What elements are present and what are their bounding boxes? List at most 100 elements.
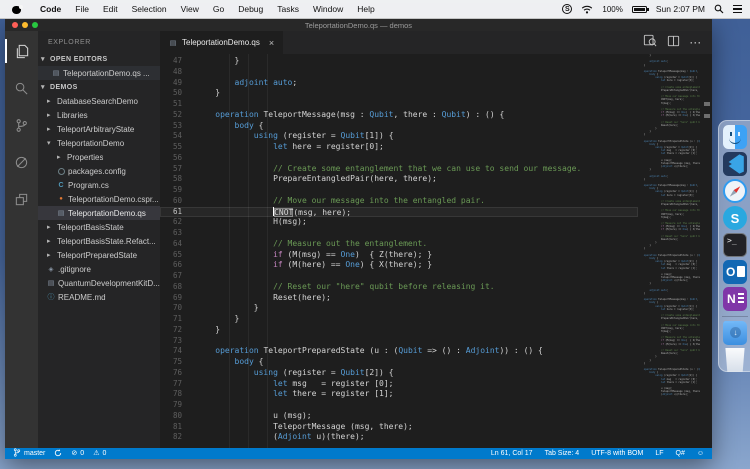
status-cursor-position[interactable]: Ln 61, Col 17 (491, 450, 533, 457)
folder-section-header[interactable]: ▾ DEMOS (38, 80, 160, 94)
search-icon[interactable] (5, 76, 38, 100)
menu-edit[interactable]: Edit (96, 4, 125, 14)
menu-file[interactable]: File (68, 4, 96, 14)
code-line-62[interactable]: 62 H(msg); (160, 217, 638, 228)
editor-scrollbar[interactable] (700, 54, 712, 448)
dock-item-safari[interactable] (723, 178, 750, 205)
status-error[interactable]: ⊘0 (71, 450, 84, 457)
code-line-49[interactable]: 49 adjoint auto; (160, 78, 638, 89)
menu-view[interactable]: View (174, 4, 206, 14)
tree-item-teleportarbitrarystate[interactable]: ▸TeleportArbitraryState (38, 122, 160, 136)
code-line-65[interactable]: 65 if (M(msg) == One) { Z(there); } (160, 250, 638, 261)
close-tab-icon[interactable]: × (269, 38, 274, 48)
tree-item-teleportationdemo-qs[interactable]: ▤TeleportationDemo.qs (38, 206, 160, 220)
code-line-52[interactable]: 52 operation TeleportMessage(msg : Qubit… (160, 110, 638, 121)
tab-teleportationdemo-qs[interactable]: ▤ TeleportationDemo.qs × (160, 31, 283, 54)
status-branch[interactable]: master (13, 448, 45, 459)
menu-tasks[interactable]: Tasks (270, 4, 306, 14)
tree-item-readme-md[interactable]: ⓘREADME.md (38, 290, 160, 304)
status-eol[interactable]: LF (655, 450, 663, 457)
tree-item-teleportbasisstate[interactable]: ▸TeleportBasisState (38, 220, 160, 234)
menu-clock[interactable]: Sun 2:07 PM (656, 4, 705, 14)
tree-item-teleportationdemo[interactable]: ▾TeleportationDemo (38, 136, 160, 150)
spotlight-search-icon[interactable] (714, 4, 724, 14)
dock-item-downloads[interactable] (723, 320, 750, 347)
tree-item-properties[interactable]: ▸Properties (38, 150, 160, 164)
status-tab-size[interactable]: Tab Size: 4 (545, 450, 580, 457)
tree-item-teleportpreparedstate[interactable]: ▸TeleportPreparedState (38, 248, 160, 262)
status-encoding[interactable]: UTF-8 with BOM (591, 450, 643, 457)
code-line-75[interactable]: 75 body { (160, 357, 638, 368)
feedback-smiley-icon[interactable]: ☺ (697, 450, 704, 457)
code-line-67[interactable]: 67 (160, 271, 638, 282)
code-line-79[interactable]: 79 (160, 400, 638, 411)
extensions-icon[interactable] (5, 187, 38, 211)
more-actions-icon[interactable]: ··· (690, 38, 702, 48)
skype-menu-icon[interactable]: S (562, 4, 572, 14)
code-line-54[interactable]: 54 using (register = Qubit[1]) { (160, 131, 638, 142)
open-editor-item[interactable]: ▤TeleportationDemo.qs ... (38, 66, 160, 80)
window-title-bar[interactable]: TeleportationDemo.qs — demos (5, 19, 712, 31)
code-line-51[interactable]: 51 (160, 99, 638, 110)
menu-window[interactable]: Window (306, 4, 350, 14)
status-warning[interactable]: ⚠0 (93, 450, 106, 457)
tree-item-teleportationdemo-cspr[interactable]: ●TeleportationDemo.cspr... (38, 192, 160, 206)
code-line-71[interactable]: 71 } (160, 314, 638, 325)
tree-item-packages-config[interactable]: packages.config (38, 164, 160, 178)
code-line-81[interactable]: 81 TeleportMessage (msg, there); (160, 422, 638, 433)
tree-item-quantumdevelopmentkitd[interactable]: ▤QuantumDevelopmentKitD... (38, 276, 160, 290)
code-line-53[interactable]: 53 body { (160, 121, 638, 132)
code-line-55[interactable]: 55 let here = register[0]; (160, 142, 638, 153)
minimize-window-button[interactable] (22, 22, 28, 28)
code-line-61[interactable]: 61 CNOT(msg, here); (160, 207, 638, 218)
wifi-icon[interactable] (581, 5, 593, 14)
code-editor[interactable]: 47 }4849 adjoint auto;50 }5152 operation… (160, 54, 712, 448)
code-line-50[interactable]: 50 } (160, 88, 638, 99)
menu-selection[interactable]: Selection (125, 4, 174, 14)
close-window-button[interactable] (12, 22, 18, 28)
code-line-48[interactable]: 48 (160, 67, 638, 78)
code-line-80[interactable]: 80 u (msg); (160, 411, 638, 422)
apple-menu-icon[interactable] (12, 4, 21, 14)
code-line-57[interactable]: 57 // Create some entanglement that we c… (160, 164, 638, 175)
code-line-59[interactable]: 59 (160, 185, 638, 196)
code-line-58[interactable]: 58 PrepareEntangledPair(here, there); (160, 174, 638, 185)
code-line-76[interactable]: 76 using (register = Qubit[2]) { (160, 368, 638, 379)
code-line-77[interactable]: 77 let msg = register [0]; (160, 379, 638, 390)
zoom-window-button[interactable] (32, 22, 38, 28)
menu-debug[interactable]: Debug (231, 4, 270, 14)
minimap[interactable]: } adjoint auto; } operation TeleportMess… (638, 54, 700, 448)
dock-item-finder[interactable] (723, 124, 750, 151)
tree-item-libraries[interactable]: ▸Libraries (38, 108, 160, 122)
code-line-74[interactable]: 74 operation TeleportPreparedState (u : … (160, 346, 638, 357)
code-line-66[interactable]: 66 if (M(here) == One) { X(there); } (160, 260, 638, 271)
dock-item-outlook[interactable]: O (723, 259, 750, 286)
explorer-icon[interactable] (5, 39, 38, 63)
dock-item-onenote[interactable]: N (723, 286, 750, 313)
tree-item-databasesearchdemo[interactable]: ▸DatabaseSearchDemo (38, 94, 160, 108)
code-line-63[interactable]: 63 (160, 228, 638, 239)
tree-item-gitignore[interactable]: ◈.gitignore (38, 262, 160, 276)
code-line-82[interactable]: 82 (Adjoint u)(there); (160, 432, 638, 443)
code-line-69[interactable]: 69 Reset(here); (160, 293, 638, 304)
open-editors-header[interactable]: ▾ OPEN EDITORS (38, 52, 160, 66)
dock-item-vscode[interactable] (723, 151, 750, 178)
code-line-70[interactable]: 70 } (160, 303, 638, 314)
dock-item-trash[interactable] (723, 347, 750, 374)
open-preview-icon[interactable] (643, 34, 657, 52)
notification-center-icon[interactable] (733, 5, 742, 13)
dock-item-terminal[interactable]: >_ (723, 232, 750, 259)
tree-item-teleportbasisstate-refact[interactable]: ▸TeleportBasisState.Refact... (38, 234, 160, 248)
source-control-icon[interactable] (5, 113, 38, 137)
code-line-73[interactable]: 73 (160, 336, 638, 347)
code-line-60[interactable]: 60 // Move our message into the entangle… (160, 196, 638, 207)
menu-code[interactable]: Code (33, 4, 68, 14)
menu-go[interactable]: Go (206, 4, 231, 14)
menu-help[interactable]: Help (350, 4, 381, 14)
code-line-47[interactable]: 47 } (160, 56, 638, 67)
status-sync[interactable] (54, 449, 62, 459)
code-line-72[interactable]: 72 } (160, 325, 638, 336)
split-editor-icon[interactable] (667, 34, 680, 52)
code-line-56[interactable]: 56 (160, 153, 638, 164)
code-line-78[interactable]: 78 let there = register [1]; (160, 389, 638, 400)
